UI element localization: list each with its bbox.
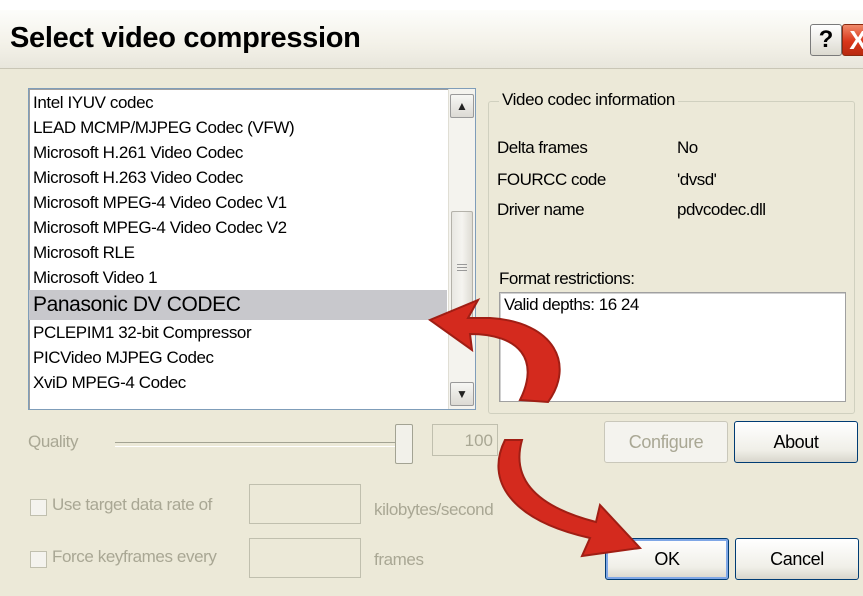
format-restrictions-box[interactable]: Valid depths: 16 24 <box>499 292 846 402</box>
delta-frames-value: No <box>677 138 698 157</box>
codec-list-item[interactable]: PICVideo MJPEG Codec <box>33 346 447 370</box>
fourcc-code-label: FOURCC code <box>497 170 606 189</box>
format-restrictions-label: Format restrictions: <box>499 269 635 288</box>
codec-list-item[interactable]: Microsoft Video 1 <box>33 266 447 290</box>
delta-frames-label: Delta frames <box>497 138 588 157</box>
codec-list-item[interactable]: Microsoft H.263 Video Codec <box>33 166 447 190</box>
target-rate-input[interactable] <box>249 484 361 524</box>
codec-list-item-selected[interactable]: Panasonic DV CODEC <box>29 290 447 320</box>
codec-list-item[interactable]: XviD MPEG-4 Codec <box>33 371 447 395</box>
fourcc-code-value: 'dvsd' <box>677 170 717 189</box>
codec-info-legend: Video codec information <box>499 90 678 110</box>
keyframes-checkbox[interactable] <box>30 551 47 568</box>
ok-button[interactable]: OK <box>605 538 729 580</box>
codec-list-item[interactable]: Microsoft MPEG-4 Video Codec V2 <box>33 216 447 240</box>
chevron-up-icon[interactable]: ▲ <box>450 94 474 118</box>
keyframes-label: Force keyframes every <box>52 547 217 566</box>
help-button[interactable]: ? <box>810 24 842 56</box>
close-button[interactable]: X <box>842 24 863 56</box>
target-rate-checkbox[interactable] <box>30 499 47 516</box>
codec-list-item[interactable]: PCLEPIM1 32-bit Compressor <box>33 321 447 345</box>
select-video-compression-dialog: Select video compression ? X Intel IYUV … <box>0 10 863 596</box>
quality-value-field[interactable]: 100 <box>432 424 498 456</box>
codec-list[interactable]: Intel IYUV codec LEAD MCMP/MJPEG Codec (V… <box>28 88 476 410</box>
driver-name-label: Driver name <box>497 200 585 219</box>
codec-list-item[interactable]: Microsoft MPEG-4 Video Codec V1 <box>33 191 447 215</box>
codec-list-item[interactable]: Intel IYUV codec <box>33 91 447 115</box>
keyframes-input[interactable] <box>249 538 361 578</box>
codec-list-scrollbar[interactable]: ▲ ▼ <box>448 89 475 409</box>
chevron-down-icon[interactable]: ▼ <box>450 382 474 406</box>
codec-list-item[interactable]: Microsoft RLE <box>33 241 447 265</box>
quality-slider-track <box>115 442 405 447</box>
codec-list-item[interactable]: Microsoft H.261 Video Codec <box>33 141 447 165</box>
target-rate-unit: kilobytes/second <box>374 500 494 519</box>
target-rate-label: Use target data rate of <box>52 495 212 514</box>
codec-info-group: Video codec information Delta frames No … <box>488 90 855 414</box>
cancel-button[interactable]: Cancel <box>735 538 859 580</box>
about-button[interactable]: About <box>734 421 858 463</box>
quality-label: Quality <box>28 432 79 451</box>
codec-list-item[interactable]: LEAD MCMP/MJPEG Codec (VFW) <box>33 116 447 140</box>
dialog-title: Select video compression <box>10 22 361 54</box>
scrollbar-thumb[interactable] <box>451 211 473 331</box>
configure-button[interactable]: Configure <box>604 421 728 463</box>
keyframes-unit: frames <box>374 550 424 569</box>
driver-name-value: pdvcodec.dll <box>677 200 766 219</box>
format-restrictions-value: Valid depths: 16 24 <box>504 295 639 314</box>
grip-icon <box>457 264 467 265</box>
quality-slider-thumb[interactable] <box>395 424 413 464</box>
title-bar[interactable]: Select video compression ? X <box>0 10 863 69</box>
